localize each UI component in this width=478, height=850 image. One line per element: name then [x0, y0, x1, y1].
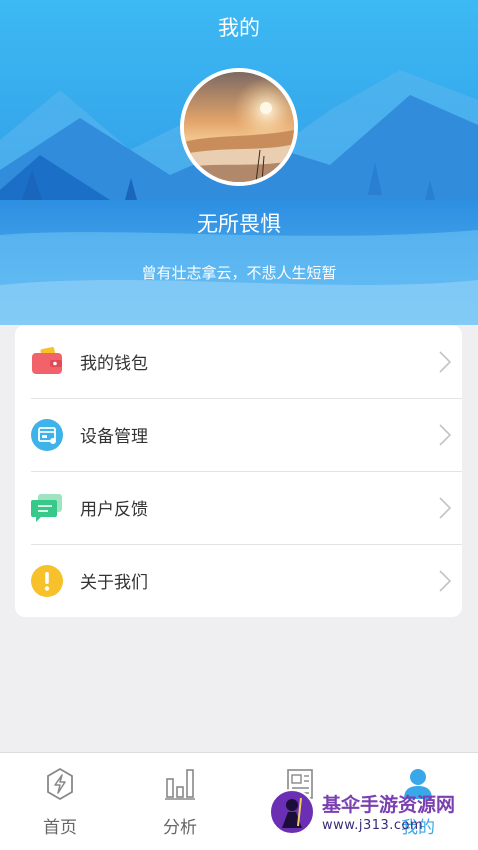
- watermark: 基伞手游资源网 www.j313.com: [266, 786, 478, 846]
- chevron-right-icon: [439, 351, 452, 373]
- menu-label: 设备管理: [80, 427, 148, 447]
- chevron-right-icon: [439, 570, 452, 592]
- tab-home[interactable]: 首页: [0, 753, 120, 850]
- menu-label: 关于我们: [80, 573, 148, 593]
- profile-header: 我的 无所畏惧 曾有壮志拿云，不悲人生短暂: [0, 0, 478, 325]
- watermark-title: 基伞手游资源网: [322, 794, 456, 816]
- user-motto: 曾有壮志拿云，不悲人生短暂: [141, 264, 337, 282]
- tab-label: 首页: [43, 818, 77, 838]
- device-icon: [31, 419, 63, 451]
- wallet-icon: [32, 347, 62, 374]
- sunset-photo: [184, 72, 294, 182]
- home-icon: [47, 767, 73, 801]
- menu-item-wallet[interactable]: 我的钱包: [15, 325, 462, 398]
- tab-label: 分析: [163, 818, 197, 838]
- info-icon: [31, 565, 63, 597]
- page-title: 我的: [218, 16, 260, 40]
- menu-label: 用户反馈: [80, 500, 148, 520]
- watermark-url: www.j313.com: [322, 818, 424, 833]
- tab-analysis[interactable]: 分析: [120, 753, 240, 850]
- chart-icon: [165, 769, 195, 800]
- avatar[interactable]: [180, 68, 298, 186]
- menu-item-device[interactable]: 设备管理: [15, 398, 462, 471]
- menu-item-feedback[interactable]: 用户反馈: [15, 471, 462, 544]
- watermark-logo-icon: [269, 789, 315, 835]
- chevron-right-icon: [439, 497, 452, 519]
- username: 无所畏惧: [197, 212, 281, 236]
- menu-card: 我的钱包 设备管理 用户反馈 关于我们: [15, 325, 462, 617]
- menu-item-about[interactable]: 关于我们: [15, 544, 462, 617]
- feedback-icon: [31, 494, 62, 522]
- menu-label: 我的钱包: [80, 354, 148, 374]
- chevron-right-icon: [439, 424, 452, 446]
